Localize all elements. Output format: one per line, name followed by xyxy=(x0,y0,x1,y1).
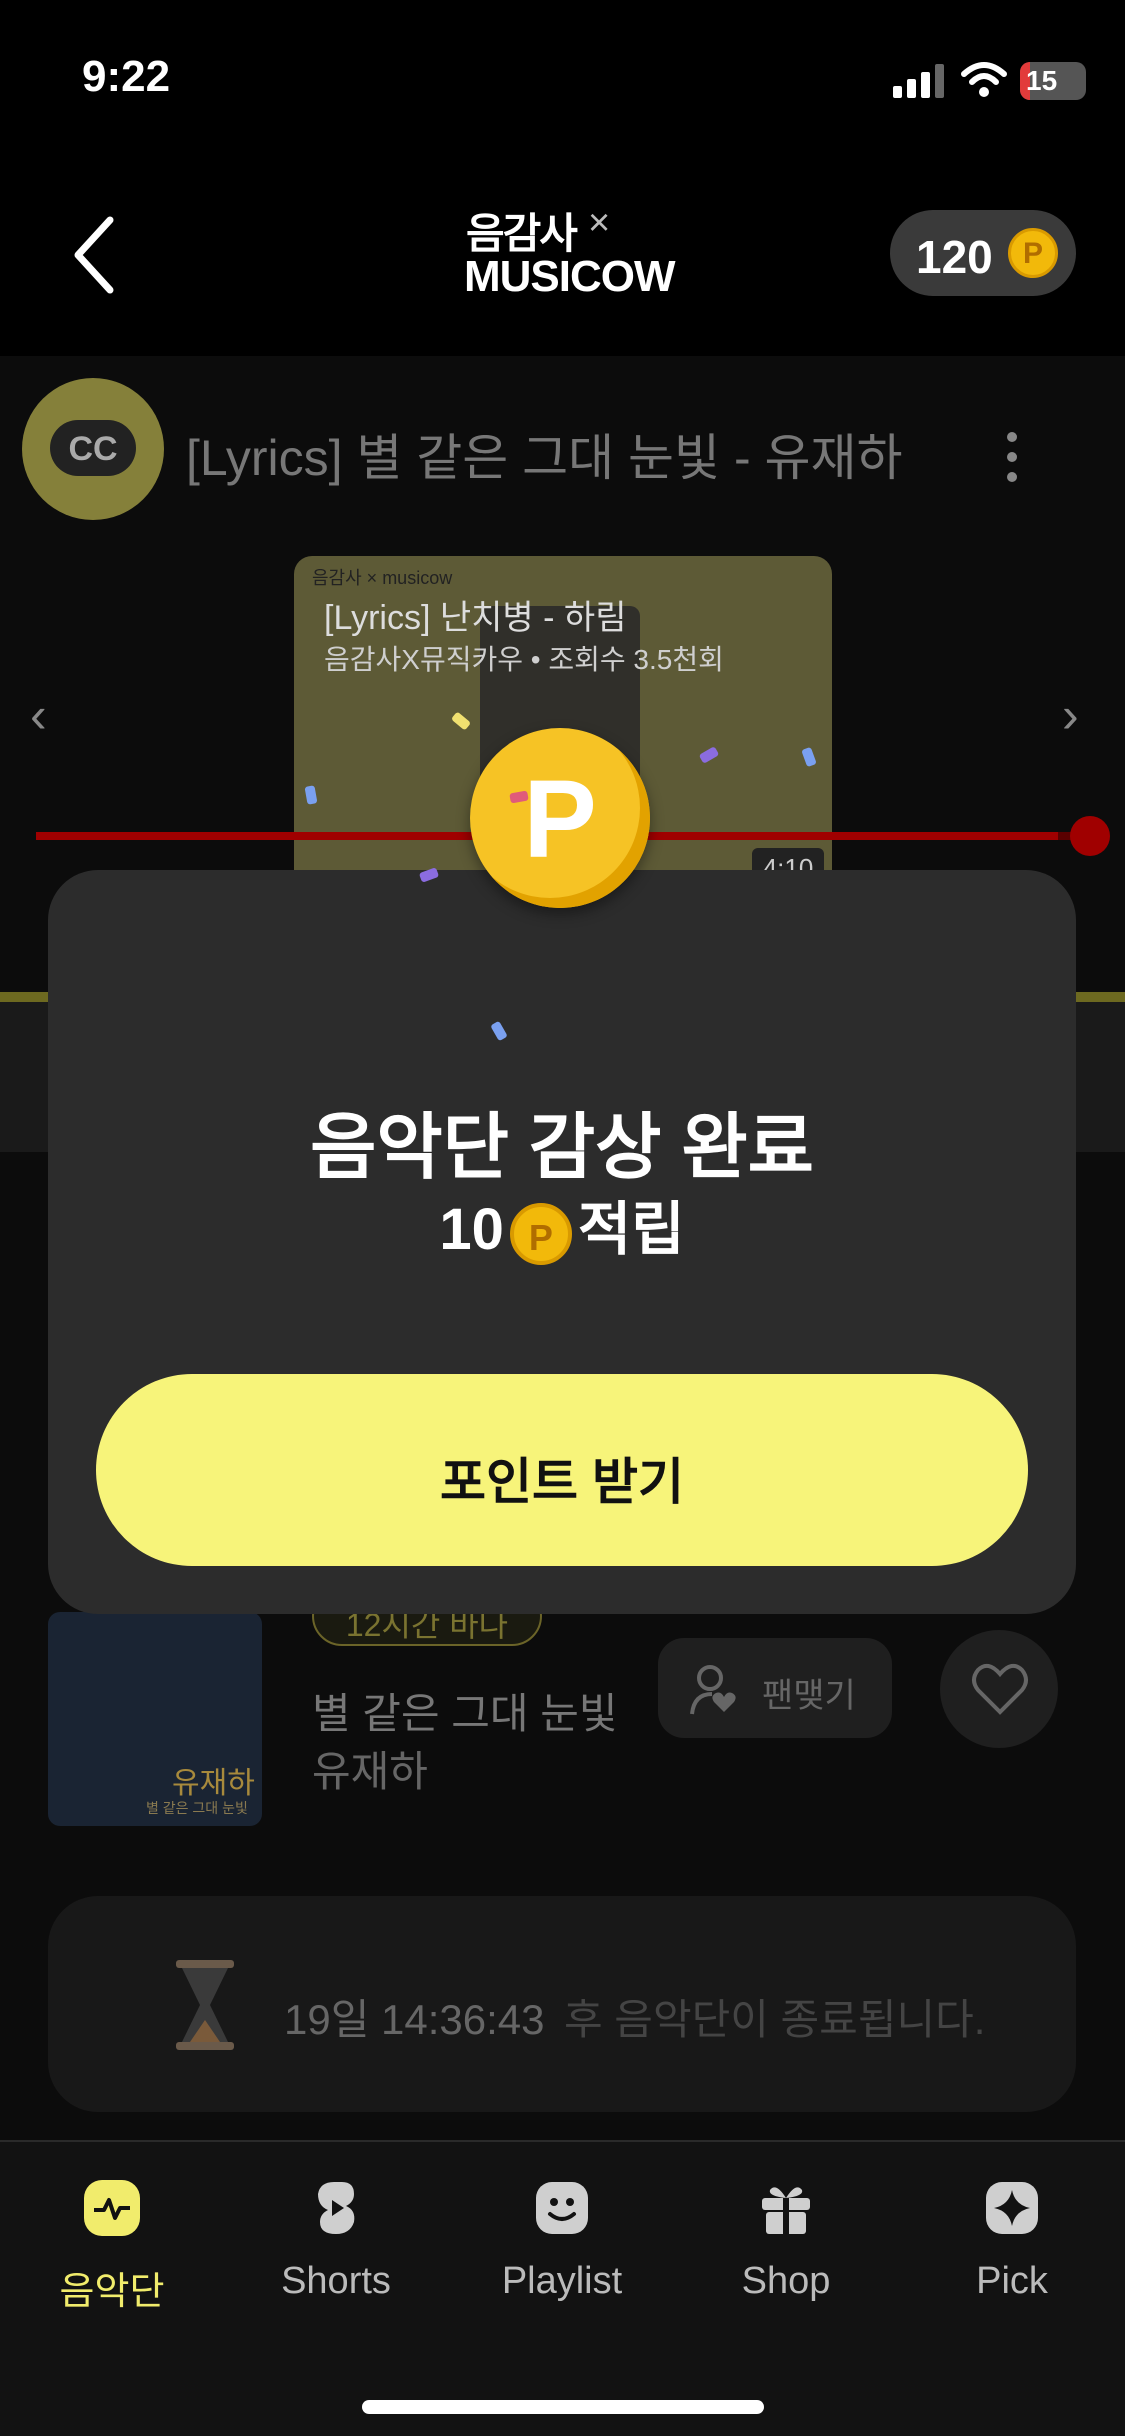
get-points-button[interactable]: 포인트 받기 xyxy=(96,1374,1028,1566)
wifi-icon xyxy=(961,62,1007,97)
home-indicator[interactable] xyxy=(362,2400,764,2414)
tab-label: Shorts xyxy=(281,2260,391,2302)
video-progress-handle[interactable] xyxy=(1070,816,1110,856)
tab-pick[interactable]: Pick xyxy=(922,2178,1102,2308)
tab-bar: 음악단 Shorts Playlist Shop Pick xyxy=(0,2140,1125,2436)
card-subtitle: 음감사X뮤직카우 • 조회수 3.5천회 xyxy=(324,644,724,675)
video-title: [Lyrics] 별 같은 그대 눈빛 - 유재하 xyxy=(186,430,903,486)
song-title: 별 같은 그대 눈빛 xyxy=(312,1690,618,1737)
large-coin-symbol: P xyxy=(523,758,597,881)
like-button[interactable] xyxy=(940,1630,1058,1748)
point-coin-large-icon: P xyxy=(470,728,650,908)
status-time: 9:22 xyxy=(82,52,171,101)
logo-x: × xyxy=(588,202,611,244)
tab-playlist[interactable]: Playlist xyxy=(472,2178,652,2308)
tab-label: 음악단 xyxy=(59,2271,165,2313)
tab-music-group[interactable]: 음악단 xyxy=(22,2178,202,2313)
tab-shop[interactable]: Shop xyxy=(696,2178,876,2308)
battery-percent: 15 xyxy=(1026,65,1058,96)
album-art-title: 유재하 xyxy=(172,1767,255,1800)
logo-bottom: MUSICOW xyxy=(464,252,676,301)
app-logo: 음감사 × MUSICOW xyxy=(460,200,676,310)
reward-amount: 10 xyxy=(439,1197,504,1262)
reward-coin-symbol: P xyxy=(528,1216,553,1258)
chevron-left-icon[interactable]: ‹ xyxy=(30,686,47,744)
reward-suffix: 적립 xyxy=(577,1197,685,1262)
cc-icon: CC xyxy=(50,420,136,476)
points-value: 120 xyxy=(916,231,993,283)
hourglass-icon xyxy=(176,1960,234,2050)
gift-icon xyxy=(762,2187,810,2234)
heart-icon xyxy=(972,1663,1028,1715)
end-timer: 19일 14:36:43 후 음악단이 종료됩니다. xyxy=(48,1896,1076,2112)
reward-modal: 음악단 감상 완료 10 P 적립 포인트 받기 xyxy=(48,870,1076,1614)
fan-button[interactable]: 팬맺기 xyxy=(658,1638,892,1738)
tab-shorts[interactable]: Shorts xyxy=(246,2178,426,2308)
modal-title: 음악단 감상 완료 xyxy=(310,1108,814,1188)
card-title: [Lyrics] 난치병 - 하림 xyxy=(324,599,627,637)
points-badge[interactable]: 120 P xyxy=(890,210,1076,296)
smile-icon xyxy=(536,2182,588,2234)
timer-text: 후 음악단이 종료됩니다. xyxy=(564,1996,986,2043)
fan-icon xyxy=(690,1665,736,1715)
point-coin-icon: P xyxy=(509,1202,572,1265)
chevron-right-icon[interactable]: › xyxy=(1062,686,1079,744)
shorts-icon xyxy=(318,2182,355,2234)
song-artist: 유재하 xyxy=(312,1748,428,1795)
tab-label: Pick xyxy=(976,2260,1048,2302)
channel-avatar[interactable]: CC xyxy=(22,378,164,520)
sparkle-icon xyxy=(986,2182,1038,2234)
album-art-subtitle: 별 같은 그대 눈빛 xyxy=(146,1800,248,1816)
more-icon[interactable] xyxy=(1000,432,1024,492)
point-coin-icon: P xyxy=(1008,228,1058,278)
fan-button-label: 팬맺기 xyxy=(762,1677,856,1715)
card-logo: 음감사 × musicow xyxy=(312,568,453,588)
signal-icon xyxy=(893,64,944,98)
point-coin-symbol: P xyxy=(1022,237,1043,270)
album-art[interactable]: 유재하 별 같은 그대 눈빛 xyxy=(48,1612,262,1826)
get-points-label: 포인트 받기 xyxy=(440,1454,684,1510)
pulse-icon xyxy=(84,2180,140,2236)
timer-value: 19일 14:36:43 xyxy=(284,1996,545,2043)
modal-reward: 10 P 적립 xyxy=(48,1182,1076,1266)
status-bar: 9:22 15 xyxy=(0,0,1125,160)
tab-label: Playlist xyxy=(501,2260,623,2302)
app-header: 음감사 × MUSICOW 120 P xyxy=(0,160,1125,356)
tab-label: Shop xyxy=(741,2260,831,2302)
battery-icon: 15 xyxy=(1020,62,1086,100)
back-icon[interactable] xyxy=(60,210,130,300)
channel-avatar-text: CC xyxy=(68,430,118,468)
